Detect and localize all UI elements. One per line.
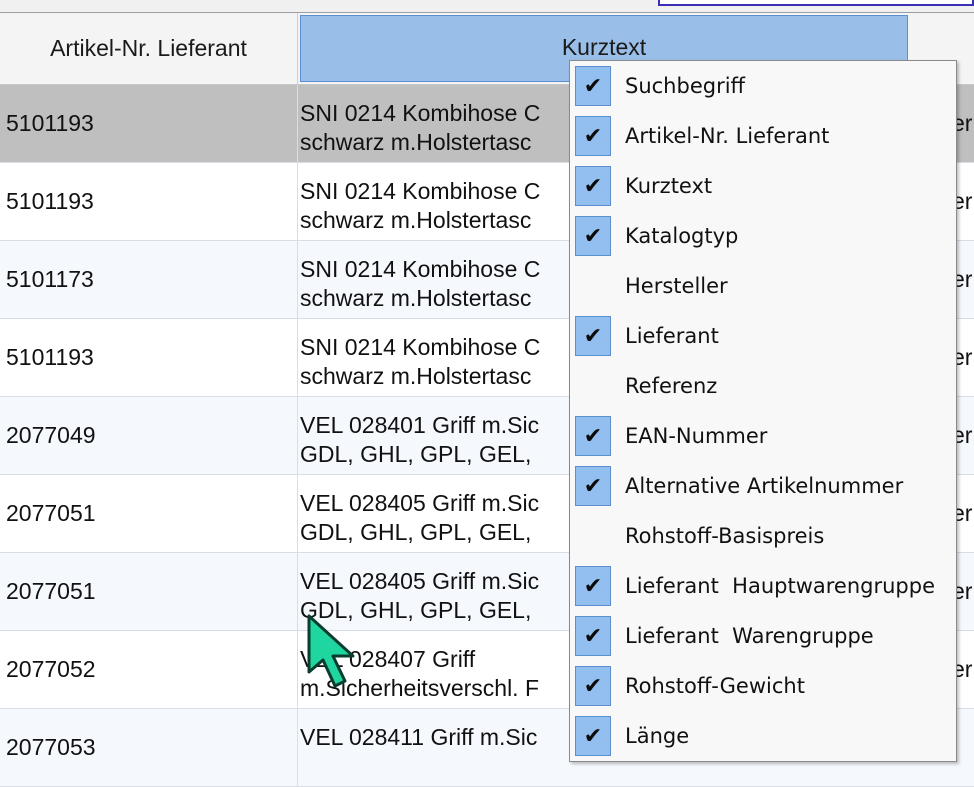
kurztext-line-1: VEL 028405 Griff m.Sic [300,568,540,594]
checkmark-icon: ✔ [575,716,611,756]
menu-item[interactable]: ✔ Lieferant Hauptwarengruppe [570,561,954,611]
menu-item-label: EAN-Nummer [625,424,768,448]
kurztext-line-1: VEL 028405 Griff m.Sic [300,490,540,516]
menu-item-label: Lieferant [625,324,719,348]
cell-artikel-nr[interactable]: 5101173 [0,241,298,318]
checkmark-icon: ✔ [575,316,611,356]
checkmark-icon: ✔ [575,616,611,656]
kurztext-line-1: SNI 0214 Kombihose C [300,334,541,360]
menu-item-label: Kurztext [625,174,713,198]
cell-artikel-nr[interactable]: 2077053 [0,709,298,786]
menu-item[interactable]: ✔ Lieferant [570,311,954,361]
top-input-field[interactable] [658,0,974,6]
menu-item[interactable]: Hersteller [570,261,954,311]
checkmark-icon: ✔ [575,466,611,506]
kurztext-line-1: SNI 0214 Kombihose C [300,100,541,126]
kurztext-line-1: VEL 028411 Griff m.Sic [300,724,538,750]
menu-item[interactable]: ✔ Lieferant Warengruppe [570,611,954,661]
checkmark-icon: ✔ [575,166,611,206]
cell-kurztext[interactable]: SNI 0214 Kombihose C schwarz m.Holstertas… [300,319,570,396]
menu-item-label: Rohstoff-Gewicht [625,674,805,698]
checkmark-icon: ✔ [575,66,611,106]
column-chooser-menu: ✔ Suchbegriff ✔ Artikel-Nr. Lieferant ✔ Kurzt… [569,60,957,762]
cell-artikel-nr[interactable]: 5101193 [0,163,298,240]
menu-item-label: Lieferant Hauptwarengruppe [625,574,935,598]
kurztext-line-2: schwarz m.Holstertasc [300,129,532,155]
kurztext-line-2: GDL, GHL, GPL, GEL, [300,441,532,467]
menu-item[interactable]: ✔ Suchbegriff [570,61,954,111]
menu-item[interactable]: ✔ Katalogtyp [570,211,954,261]
cell-artikel-nr[interactable]: 2077051 [0,475,298,552]
menu-item-label: Referenz [625,374,718,398]
menu-item-label: Rohstoff-Basispreis [625,524,825,548]
cell-kurztext[interactable]: SNI 0214 Kombihose C schwarz m.Holstertas… [300,241,570,318]
kurztext-line-1: VEL 028401 Griff m.Sic [300,412,540,438]
cell-kurztext[interactable]: SNI 0214 Kombihose C schwarz m.Holstertas… [300,163,570,240]
checkmark-icon: ✔ [575,216,611,256]
kurztext-line-2: schwarz m.Holstertasc [300,285,532,311]
cell-kurztext[interactable]: VEL 028411 Griff m.Sic [300,709,570,786]
menu-item-label: Katalogtyp [625,224,739,248]
kurztext-line-1: SNI 0214 Kombihose C [300,178,541,204]
checkmark-icon: ✔ [575,416,611,456]
kurztext-line-2: schwarz m.Holstertasc [300,207,532,233]
kurztext-line-2: schwarz m.Holstertasc [300,363,532,389]
cell-artikel-nr[interactable]: 5101193 [0,85,298,162]
menu-item[interactable]: ✔ Länge [570,711,954,761]
menu-item[interactable]: Referenz [570,361,954,411]
menu-item-label: Suchbegriff [625,74,746,98]
menu-item-label: Lieferant Warengruppe [625,624,874,648]
menu-item[interactable]: ✔ Alternative Artikelnummer [570,461,954,511]
menu-item[interactable]: Rohstoff-Basispreis [570,511,954,561]
menu-item[interactable]: ✔ Rohstoff-Gewicht [570,661,954,711]
menu-item[interactable]: ✔ EAN-Nummer [570,411,954,461]
column-header-artikel-nr[interactable]: Artikel-Nr. Lieferant [0,13,298,84]
menu-item-label: Länge [625,724,690,748]
cell-artikel-nr[interactable]: 2077049 [0,397,298,474]
checkmark-icon: ✔ [575,666,611,706]
cell-artikel-nr[interactable]: 5101193 [0,319,298,396]
cell-artikel-nr[interactable]: 2077052 [0,631,298,708]
cell-kurztext[interactable]: VEL 028401 Griff m.Sic GDL, GHL, GPL, GEL… [300,397,570,474]
menu-item[interactable]: ✔ Kurztext [570,161,954,211]
checkmark-icon: ✔ [575,116,611,156]
mouse-pointer-icon [307,614,355,688]
cell-kurztext[interactable]: SNI 0214 Kombihose C schwarz m.Holstertas… [300,85,570,162]
menu-item-label: Alternative Artikelnummer [625,474,904,498]
checkmark-icon: ✔ [575,566,611,606]
kurztext-line-1: SNI 0214 Kombihose C [300,256,541,282]
menu-item-label: Hersteller [625,274,728,298]
menu-item-label: Artikel-Nr. Lieferant [625,124,830,148]
kurztext-line-2: GDL, GHL, GPL, GEL, [300,519,532,545]
menu-item[interactable]: ✔ Artikel-Nr. Lieferant [570,111,954,161]
cell-artikel-nr[interactable]: 2077051 [0,553,298,630]
cell-kurztext[interactable]: VEL 028405 Griff m.Sic GDL, GHL, GPL, GEL… [300,475,570,552]
